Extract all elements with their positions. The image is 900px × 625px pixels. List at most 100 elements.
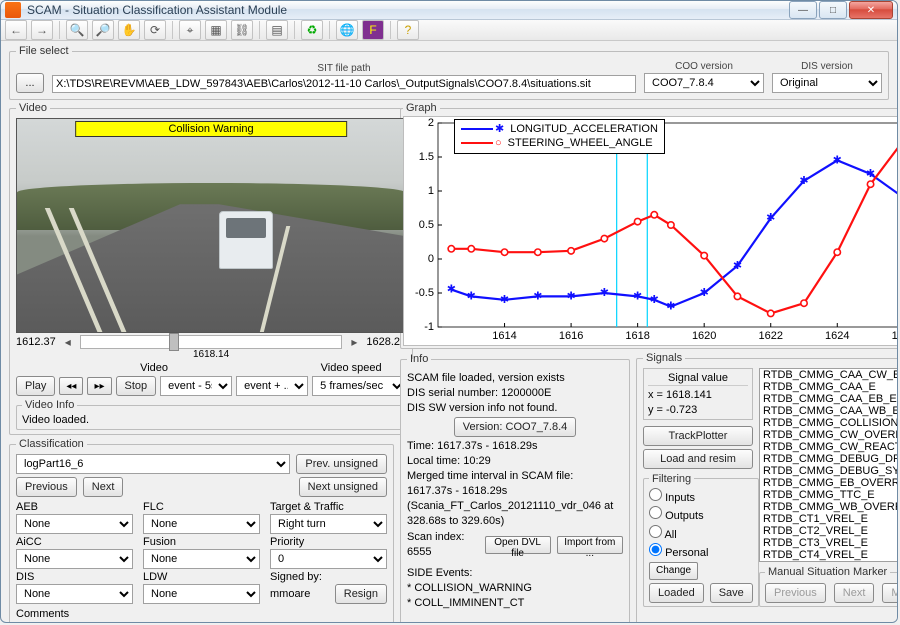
list-item[interactable]: RTDB_CMMG_CW_REACT_TIME_E bbox=[760, 441, 898, 453]
list-item[interactable]: RTDB_CT4_VREL_E bbox=[760, 549, 898, 561]
info-line2: DIS serial number: 1200000E bbox=[407, 386, 623, 401]
video-info-group: Video Info Video loaded. bbox=[16, 399, 406, 430]
prev-unsigned-button[interactable]: Prev. unsigned bbox=[296, 454, 387, 474]
datacursor-icon[interactable]: ⌖ bbox=[179, 20, 201, 40]
svg-text:0: 0 bbox=[428, 253, 434, 265]
msm-next-button[interactable]: Next bbox=[834, 583, 875, 603]
list-item[interactable]: RTDB_CT2_VREL_E bbox=[760, 525, 898, 537]
list-item[interactable]: RTDB_CMMG_DEBUG_SYSTCHK_E bbox=[760, 465, 898, 477]
list-item[interactable]: RTDB_CMMG_CW_OVERRIDE_E bbox=[760, 429, 898, 441]
version-button[interactable]: Version: COO7_7.8.4 bbox=[454, 417, 577, 437]
aeb-select[interactable]: None bbox=[16, 514, 133, 534]
video-frame: Collision Warning bbox=[16, 118, 406, 333]
import-from-button[interactable]: Import from ... bbox=[557, 536, 623, 554]
list-item[interactable]: RTDB_CMMG_CAA_CW_E bbox=[760, 369, 898, 381]
video-speed-select[interactable]: 5 frames/sec bbox=[312, 376, 406, 396]
trackplotter-button[interactable]: TrackPlotter bbox=[643, 426, 753, 446]
back-icon[interactable]: ← bbox=[5, 20, 27, 40]
coo-version-select[interactable]: COO7_7.8.4 bbox=[644, 73, 764, 93]
logpart-select[interactable]: logPart16_6 bbox=[16, 454, 290, 474]
list-item[interactable]: RTDB_CMMG_CAA_WB_E bbox=[760, 405, 898, 417]
list-item[interactable]: RTDB_CT5_VREL_E bbox=[760, 561, 898, 562]
browse-button[interactable]: ... bbox=[16, 73, 44, 93]
signals-list[interactable]: RTDB_CMMG_CAA_CW_ERTDB_CMMG_CAA_ERTDB_CM… bbox=[759, 368, 898, 562]
list-item[interactable]: RTDB_CMMG_CAA_E bbox=[760, 381, 898, 393]
fusion-select[interactable]: None bbox=[143, 549, 260, 569]
svg-text:✱: ✱ bbox=[566, 290, 575, 302]
play-button[interactable]: Play bbox=[16, 376, 55, 396]
slider-right-icon[interactable]: ▸ bbox=[346, 335, 362, 349]
zoom-out-icon[interactable]: 🔎 bbox=[92, 20, 114, 40]
video-slider[interactable] bbox=[80, 335, 343, 349]
priority-select[interactable]: 0 bbox=[270, 549, 387, 569]
aicc-select[interactable]: None bbox=[16, 549, 133, 569]
svg-text:-0.5: -0.5 bbox=[415, 287, 434, 299]
graph-canvas[interactable]: ✱LONGITUD_ACCELERATION ○STEERING_WHEEL_A… bbox=[403, 116, 898, 346]
filtering-legend: Filtering bbox=[649, 473, 694, 485]
info-line3: DIS SW version info not found. bbox=[407, 401, 623, 416]
list-item[interactable]: RTDB_CMMG_TTC_E bbox=[760, 489, 898, 501]
loaded-button[interactable]: Loaded bbox=[649, 583, 704, 603]
zoom-in-icon[interactable]: 🔍 bbox=[66, 20, 88, 40]
filter-inputs[interactable]: Inputs bbox=[649, 488, 753, 507]
list-item[interactable]: RTDB_CMMG_DEBUG_DRVINFL_E bbox=[760, 453, 898, 465]
forward-icon[interactable]: → bbox=[31, 20, 53, 40]
link-icon[interactable]: ⛓ bbox=[231, 20, 253, 40]
ldw-select[interactable]: None bbox=[143, 584, 260, 604]
list-item[interactable]: RTDB_CMMG_COLLISION_WARNING_E bbox=[760, 417, 898, 429]
stop-button[interactable]: Stop bbox=[116, 376, 157, 396]
pre-event-select[interactable]: event - 5s bbox=[160, 376, 232, 396]
refresh-icon[interactable]: ♻ bbox=[301, 20, 323, 40]
dis-version-select[interactable]: Original bbox=[772, 73, 882, 93]
change-button[interactable]: Change bbox=[649, 562, 698, 580]
next-button[interactable]: Next bbox=[83, 477, 124, 497]
svg-text:✱: ✱ bbox=[500, 294, 509, 306]
maximize-button[interactable]: □ bbox=[819, 1, 847, 19]
next-unsigned-button[interactable]: Next unsigned bbox=[299, 477, 387, 497]
filter-personal[interactable]: Personal Change bbox=[649, 543, 753, 580]
aicc-label: AiCC bbox=[16, 536, 133, 548]
slider-left-icon[interactable]: ◂ bbox=[60, 335, 76, 349]
globe-icon[interactable]: 🌐 bbox=[336, 20, 358, 40]
close-button[interactable]: ✕ bbox=[849, 1, 893, 19]
filter-all[interactable]: All bbox=[649, 525, 753, 544]
flc-label: FLC bbox=[143, 501, 260, 513]
svg-text:✱: ✱ bbox=[799, 175, 808, 187]
msm-mark-button[interactable]: Mark bbox=[882, 583, 898, 603]
msm-previous-button[interactable]: Previous bbox=[765, 583, 826, 603]
coo-version-label: COO version bbox=[644, 61, 764, 72]
comments-label: Comments bbox=[16, 608, 387, 620]
video-legend: Video bbox=[16, 102, 50, 114]
svg-text:1614: 1614 bbox=[492, 330, 516, 342]
colorbar-icon[interactable]: ▤ bbox=[266, 20, 288, 40]
plugin-icon[interactable]: F bbox=[362, 20, 384, 40]
previous-button[interactable]: Previous bbox=[16, 477, 77, 497]
save-filter-button[interactable]: Save bbox=[710, 583, 753, 603]
brush-icon[interactable]: ▦ bbox=[205, 20, 227, 40]
forward-button[interactable]: ▸▸ bbox=[87, 377, 111, 395]
video-info-text: Video loaded. bbox=[22, 414, 400, 426]
list-item[interactable]: RTDB_CMMG_CAA_EB_E bbox=[760, 393, 898, 405]
list-item[interactable]: RTDB_CT3_VREL_E bbox=[760, 537, 898, 549]
svg-text:✱: ✱ bbox=[633, 290, 642, 302]
list-item[interactable]: RTDB_CMMG_EB_OVERRIDE_E bbox=[760, 477, 898, 489]
flc-select[interactable]: None bbox=[143, 514, 260, 534]
list-item[interactable]: RTDB_CMMG_WB_OVERRIDE_E bbox=[760, 501, 898, 513]
pan-icon[interactable]: ✋ bbox=[118, 20, 140, 40]
resign-button[interactable]: Resign bbox=[335, 584, 387, 604]
minimize-button[interactable]: — bbox=[789, 1, 817, 19]
tt-select[interactable]: Right turn bbox=[270, 514, 387, 534]
rewind-button[interactable]: ◂◂ bbox=[59, 377, 83, 395]
svg-text:1622: 1622 bbox=[758, 330, 782, 342]
rotate-icon[interactable]: ⟳ bbox=[144, 20, 166, 40]
info-group: Info SCAM file loaded, version exists DI… bbox=[400, 352, 630, 623]
list-item[interactable]: RTDB_CT1_VREL_E bbox=[760, 513, 898, 525]
post-event-select[interactable]: event + ... bbox=[236, 376, 308, 396]
svg-text:1.5: 1.5 bbox=[419, 151, 434, 163]
load-resim-button[interactable]: Load and resim bbox=[643, 449, 753, 469]
sit-path-input[interactable] bbox=[52, 75, 636, 93]
dis-select[interactable]: None bbox=[16, 584, 133, 604]
open-dvl-button[interactable]: Open DVL file bbox=[485, 536, 551, 554]
help-icon[interactable]: ? bbox=[397, 20, 419, 40]
filter-outputs[interactable]: Outputs bbox=[649, 506, 753, 525]
